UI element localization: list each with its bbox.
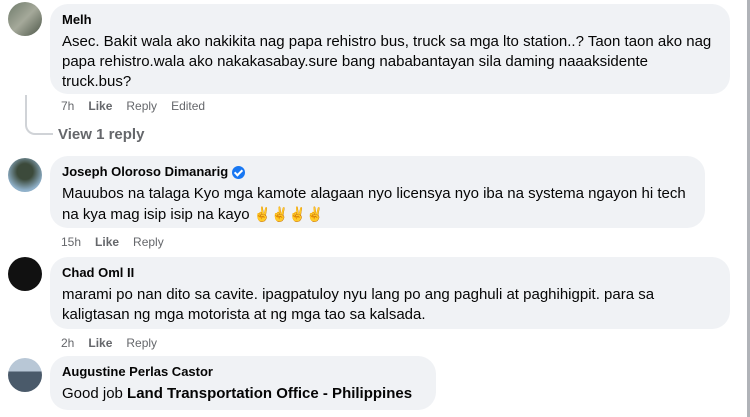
page-mention-link[interactable]: Land Transportation Office - Philippines <box>127 385 412 402</box>
reply-thread-line <box>25 95 53 135</box>
avatar[interactable] <box>8 257 42 291</box>
comment-author[interactable]: Chad Oml II <box>62 265 718 281</box>
comment-time[interactable]: 2h <box>61 336 74 350</box>
victory-hand-emoji-icon: ✌✌✌✌ <box>253 206 324 222</box>
comment-text-body: Mauubos na talaga Kyo mga kamote alagaan… <box>62 185 686 223</box>
view-replies-link[interactable]: View 1 reply <box>58 126 144 143</box>
comment-text: Mauubos na talaga Kyo mga kamote alagaan… <box>62 184 693 225</box>
comment-actions: 7h Like Reply Edited <box>61 99 219 113</box>
reply-button[interactable]: Reply <box>133 235 164 249</box>
comment-bubble: Augustine Perlas Castor Good job Land Tr… <box>50 356 436 410</box>
like-button[interactable]: Like <box>95 235 119 249</box>
comment-text: Asec. Bakit wala ako nakikita nag papa r… <box>62 33 712 90</box>
reply-button[interactable]: Reply <box>126 99 157 113</box>
like-button[interactable]: Like <box>88 99 112 113</box>
comment-actions: 2h Like Reply <box>61 336 171 350</box>
comment-author[interactable]: Joseph Oloroso Dimanarig <box>62 164 693 180</box>
avatar[interactable] <box>8 2 42 36</box>
comment-time[interactable]: 7h <box>61 99 74 113</box>
edited-label: Edited <box>171 99 206 113</box>
author-name[interactable]: Joseph Oloroso Dimanarig <box>62 164 228 180</box>
like-button[interactable]: Like <box>88 336 112 350</box>
comment-text-prefix: Good job <box>62 385 128 402</box>
reply-button[interactable]: Reply <box>126 336 157 350</box>
comment-bubble: Joseph Oloroso Dimanarig Mauubos na tala… <box>50 156 705 228</box>
comment-text: Good job Land Transportation Office - Ph… <box>62 384 424 404</box>
comment-actions: 15h Like Reply <box>61 235 178 249</box>
comment-text: marami po nan dito sa cavite. ipagpatulo… <box>62 286 655 323</box>
verified-badge-icon <box>232 165 246 179</box>
avatar[interactable] <box>8 158 42 192</box>
avatar[interactable] <box>8 358 42 392</box>
comment-author[interactable]: Melh <box>62 12 718 28</box>
comment-bubble: Melh Asec. Bakit wala ako nakikita nag p… <box>50 4 730 94</box>
comment-author[interactable]: Augustine Perlas Castor <box>62 364 424 380</box>
comment-bubble: Chad Oml II marami po nan dito sa cavite… <box>50 257 730 329</box>
comment-time[interactable]: 15h <box>61 235 81 249</box>
